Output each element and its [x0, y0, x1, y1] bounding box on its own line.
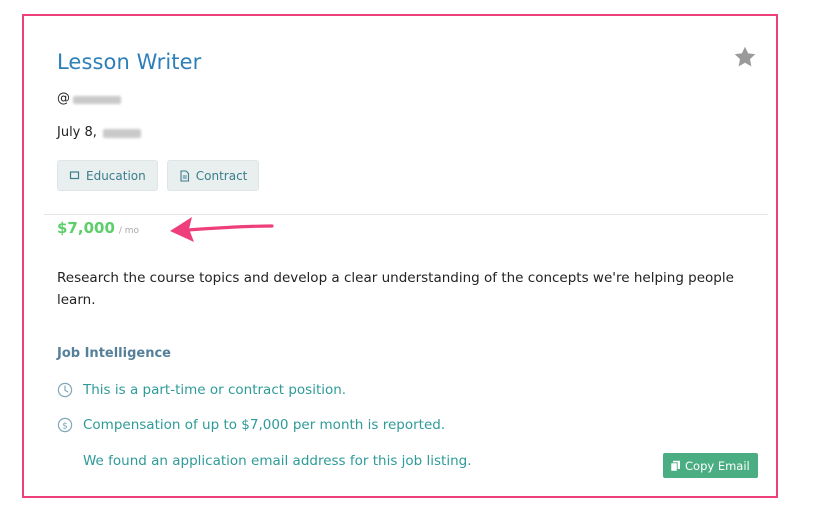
salary: $7,000 / mo	[57, 219, 139, 237]
copy-icon	[670, 460, 680, 472]
clock-icon	[57, 382, 73, 398]
star-icon[interactable]	[732, 44, 758, 70]
salary-period: / mo	[118, 226, 140, 236]
copy-email-label: Copy Email	[685, 458, 750, 473]
tag-contract[interactable]: Contract	[166, 160, 260, 191]
company-line: @	[57, 91, 121, 106]
salary-amount: $7,000	[57, 219, 115, 237]
dollar-circle-icon: $	[57, 417, 73, 433]
tag-label: Education	[86, 168, 146, 183]
intelligence-text: This is a part-time or contract position…	[83, 382, 347, 398]
intelligence-text: We found an application email address fo…	[83, 453, 472, 469]
intelligence-item-email: We found an application email address fo…	[57, 453, 472, 469]
date-text: July 8,	[57, 125, 97, 140]
posted-date: July 8,	[57, 125, 141, 140]
document-icon	[180, 169, 189, 182]
intelligence-text: Compensation of up to $7,000 per month i…	[83, 417, 446, 433]
copy-email-button[interactable]: Copy Email	[663, 453, 758, 478]
intelligence-item-position-type: This is a part-time or contract position…	[57, 382, 346, 398]
intelligence-item-compensation: $ Compensation of up to $7,000 per month…	[57, 417, 445, 433]
job-description: Research the course topics and develop a…	[57, 270, 734, 308]
job-card: Lesson Writer @ July 8, Education Contra…	[22, 14, 778, 498]
tag-education[interactable]: Education	[57, 160, 158, 191]
annotation-arrow-icon	[170, 217, 274, 242]
job-title[interactable]: Lesson Writer	[57, 50, 201, 74]
square-icon	[69, 171, 80, 180]
tag-label: Contract	[195, 168, 248, 183]
date-year-redacted	[102, 129, 141, 138]
tag-list: Education Contract	[57, 160, 260, 191]
company-name-redacted	[73, 95, 121, 104]
company-prefix: @	[57, 91, 70, 106]
job-intelligence-heading: Job Intelligence	[57, 346, 171, 361]
svg-text:$: $	[62, 421, 68, 431]
